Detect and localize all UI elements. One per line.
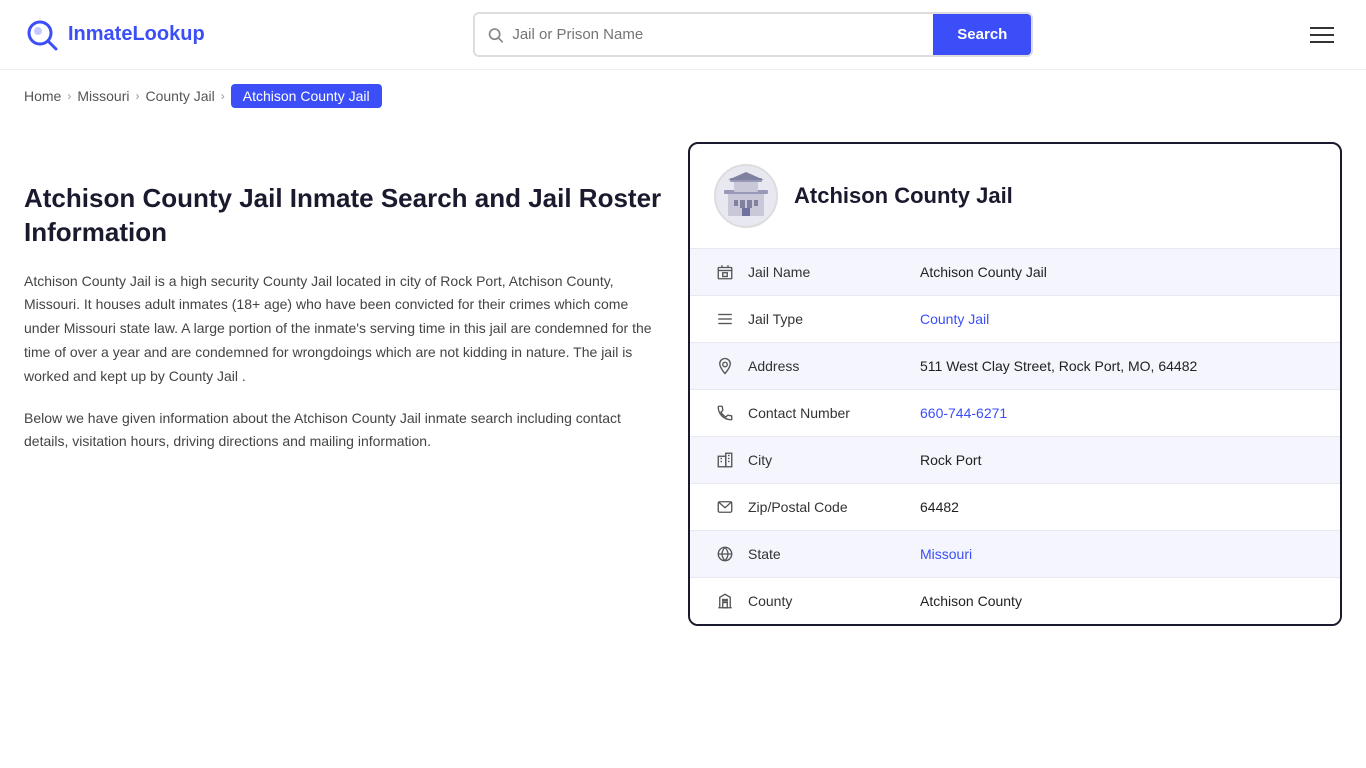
table-row: State Missouri [690, 531, 1340, 578]
search-icon [487, 26, 504, 44]
phone-link[interactable]: 660-744-6271 [920, 405, 1007, 421]
table-row: Jail Type County Jail [690, 296, 1340, 343]
breadcrumb-current: Atchison County Jail [231, 84, 382, 108]
county-label: County [748, 593, 908, 609]
phone-icon [714, 404, 736, 422]
state-value: Missouri [920, 546, 1316, 562]
zip-label: Zip/Postal Code [748, 499, 908, 515]
card-header: Atchison County Jail [690, 144, 1340, 249]
state-label: State [748, 546, 908, 562]
city-label: City [748, 452, 908, 468]
table-row: County Atchison County [690, 578, 1340, 624]
breadcrumb-home[interactable]: Home [24, 88, 61, 104]
logo-icon [24, 17, 60, 53]
contact-number-value: 660-744-6271 [920, 405, 1316, 421]
breadcrumb-missouri[interactable]: Missouri [77, 88, 129, 104]
table-row: Zip/Postal Code 64482 [690, 484, 1340, 531]
city-icon [714, 451, 736, 469]
county-value: Atchison County [920, 593, 1316, 609]
jail-avatar [714, 164, 778, 228]
jail-name-label: Jail Name [748, 264, 908, 280]
card-title: Atchison County Jail [794, 183, 1013, 209]
breadcrumb: Home › Missouri › County Jail › Atchison… [0, 70, 1366, 122]
menu-line-2 [1310, 34, 1334, 36]
description-paragraph-2: Below we have given information about th… [24, 407, 664, 455]
right-column: Atchison County Jail Jail Name [688, 142, 1342, 626]
county-icon [714, 592, 736, 610]
hamburger-menu-button[interactable] [1302, 19, 1342, 51]
building-icon [720, 170, 772, 222]
description-paragraph-1: Atchison County Jail is a high security … [24, 270, 664, 389]
jail-type-value: County Jail [920, 311, 1316, 327]
jail-name-value: Atchison County Jail [920, 264, 1316, 280]
search-input[interactable] [512, 16, 921, 53]
contact-number-label: Contact Number [748, 405, 908, 421]
address-label: Address [748, 358, 908, 374]
breadcrumb-chevron-1: › [67, 89, 71, 103]
menu-line-3 [1310, 41, 1334, 43]
city-value: Rock Port [920, 452, 1316, 468]
main-content: Atchison County Jail Inmate Search and J… [0, 122, 1366, 646]
left-column: Atchison County Jail Inmate Search and J… [24, 142, 664, 626]
jail-type-label: Jail Type [748, 311, 908, 327]
header: InmateLookup Search [0, 0, 1366, 70]
globe-icon [714, 545, 736, 563]
jail-type-link[interactable]: County Jail [920, 311, 989, 327]
zip-icon [714, 498, 736, 516]
table-row: City Rock Port [690, 437, 1340, 484]
state-link[interactable]: Missouri [920, 546, 972, 562]
zip-value: 64482 [920, 499, 1316, 515]
logo[interactable]: InmateLookup [24, 17, 205, 53]
table-row: Jail Name Atchison County Jail [690, 249, 1340, 296]
menu-line-1 [1310, 27, 1334, 29]
search-button[interactable]: Search [933, 14, 1031, 55]
location-icon [714, 357, 736, 375]
info-table: Jail Name Atchison County Jail Jail Type [690, 249, 1340, 624]
breadcrumb-chevron-3: › [221, 89, 225, 103]
page-title: Atchison County Jail Inmate Search and J… [24, 182, 664, 250]
breadcrumb-county-jail[interactable]: County Jail [145, 88, 214, 104]
table-row: Contact Number 660-744-6271 [690, 390, 1340, 437]
info-card: Atchison County Jail Jail Name [688, 142, 1342, 626]
breadcrumb-chevron-2: › [135, 89, 139, 103]
search-bar: Search [473, 12, 1033, 57]
address-value: 511 West Clay Street, Rock Port, MO, 644… [920, 358, 1316, 374]
table-row: Address 511 West Clay Street, Rock Port,… [690, 343, 1340, 390]
logo-text: InmateLookup [68, 23, 205, 46]
jail-icon [714, 263, 736, 281]
list-icon [714, 310, 736, 328]
